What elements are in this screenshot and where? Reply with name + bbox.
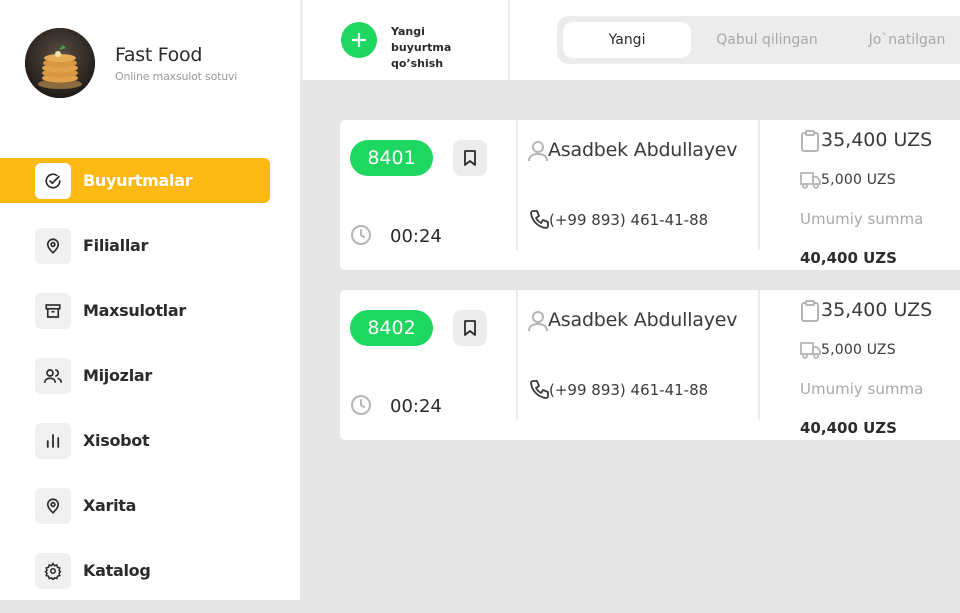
total-label: Umumiy summa bbox=[800, 210, 924, 228]
order-time: 00:24 bbox=[390, 226, 442, 247]
tab-jonatilgan[interactable]: Jo`natilgan bbox=[843, 22, 960, 58]
bookmark-icon bbox=[464, 320, 476, 336]
tab-yangi[interactable]: Yangi bbox=[563, 22, 692, 58]
bookmark-icon bbox=[464, 150, 476, 166]
delivery-fee: 5,000 UZS bbox=[821, 172, 896, 188]
topbar: Yangi buyurtma qo’shish Yangi Qabul qili… bbox=[300, 0, 960, 80]
sidebar-item-label: Mijozlar bbox=[83, 366, 152, 385]
sidebar-item-buyurtmalar[interactable]: Buyurtmalar bbox=[0, 158, 270, 203]
add-order-label: Yangi buyurtma qo’shish bbox=[391, 25, 452, 70]
bookmark-button[interactable] bbox=[453, 310, 487, 346]
divider bbox=[516, 120, 518, 250]
phone-icon bbox=[530, 380, 549, 399]
location-pin-icon bbox=[35, 227, 71, 264]
customer-phone: (+99 893) 461-41-88 bbox=[549, 211, 709, 229]
sidebar-item-katalog[interactable]: Katalog bbox=[0, 548, 270, 593]
brand-logo bbox=[25, 28, 95, 98]
sidebar-item-filiallar[interactable]: Filiallar bbox=[0, 223, 270, 268]
customer-phone: (+99 893) 461-41-88 bbox=[549, 381, 709, 399]
clipboard-icon bbox=[801, 130, 819, 152]
sidebar-item-xarita[interactable]: Xarita bbox=[0, 483, 270, 528]
sidebar-item-label: Maxsulotlar bbox=[83, 301, 186, 320]
sidebar-item-label: Xarita bbox=[83, 496, 137, 515]
bar-chart-icon bbox=[35, 422, 71, 459]
sidebar-item-xisobot[interactable]: Xisobot bbox=[0, 418, 270, 463]
users-icon bbox=[35, 357, 71, 394]
order-id-badge[interactable]: 8401 bbox=[350, 140, 433, 176]
map-pin-icon bbox=[35, 487, 71, 524]
total-label: Umumiy summa bbox=[800, 380, 924, 398]
sidebar-item-label: Filiallar bbox=[83, 236, 149, 255]
brand-title: Fast Food bbox=[115, 43, 203, 66]
divider bbox=[516, 290, 518, 420]
orders-list: 8401 00:24 Asadbek Abdullayev (+99 893) … bbox=[300, 80, 960, 600]
sidebar-item-label: Xisobot bbox=[83, 431, 150, 450]
user-icon bbox=[528, 141, 548, 162]
order-amount: 35,400 UZS bbox=[821, 299, 933, 321]
add-order-button[interactable]: Yangi buyurtma qo’shish bbox=[341, 22, 461, 72]
status-tabs: Yangi Qabul qilingan Jo`natilgan bbox=[557, 16, 960, 64]
sidebar: Fast Food Online maxsulot sotuvi Buyurtm… bbox=[0, 0, 300, 600]
tab-qabul-qilingan[interactable]: Qabul qilingan bbox=[691, 22, 843, 58]
clipboard-icon bbox=[801, 300, 819, 322]
check-circle-icon bbox=[35, 162, 71, 199]
customer-name: Asadbek Abdullayev bbox=[548, 309, 738, 331]
delivery-fee: 5,000 UZS bbox=[821, 342, 896, 358]
order-card[interactable]: 8402 00:24 Asadbek Abdullayev (+99 893) … bbox=[340, 290, 960, 440]
truck-icon bbox=[800, 172, 821, 189]
order-card[interactable]: 8401 00:24 Asadbek Abdullayev (+99 893) … bbox=[340, 120, 960, 270]
sidebar-item-maxsulotlar[interactable]: Maxsulotlar bbox=[0, 288, 270, 333]
order-total: 40,400 UZS bbox=[800, 419, 897, 437]
gear-icon bbox=[35, 552, 71, 589]
clock-icon bbox=[351, 395, 371, 415]
order-amount: 35,400 UZS bbox=[821, 129, 933, 151]
divider bbox=[758, 120, 760, 250]
phone-icon bbox=[530, 210, 549, 229]
brand: Fast Food Online maxsulot sotuvi bbox=[25, 28, 237, 98]
truck-icon bbox=[800, 342, 821, 359]
clock-icon bbox=[351, 225, 371, 245]
bookmark-button[interactable] bbox=[453, 140, 487, 176]
customer-name: Asadbek Abdullayev bbox=[548, 139, 738, 161]
divider bbox=[758, 290, 760, 420]
user-icon bbox=[528, 311, 548, 332]
divider bbox=[508, 0, 510, 80]
plus-icon bbox=[341, 22, 377, 58]
order-total: 40,400 UZS bbox=[800, 249, 897, 267]
sidebar-item-label: Katalog bbox=[83, 561, 151, 580]
order-id-badge[interactable]: 8402 bbox=[350, 310, 433, 346]
order-time: 00:24 bbox=[390, 396, 442, 417]
sidebar-item-mijozlar[interactable]: Mijozlar bbox=[0, 353, 270, 398]
brand-subtitle: Online maxsulot sotuvi bbox=[115, 69, 238, 83]
archive-box-icon bbox=[35, 292, 71, 329]
sidebar-nav: Buyurtmalar Filiallar Maxsulotlar Mijozl… bbox=[0, 158, 300, 613]
sidebar-item-label: Buyurtmalar bbox=[83, 171, 193, 190]
